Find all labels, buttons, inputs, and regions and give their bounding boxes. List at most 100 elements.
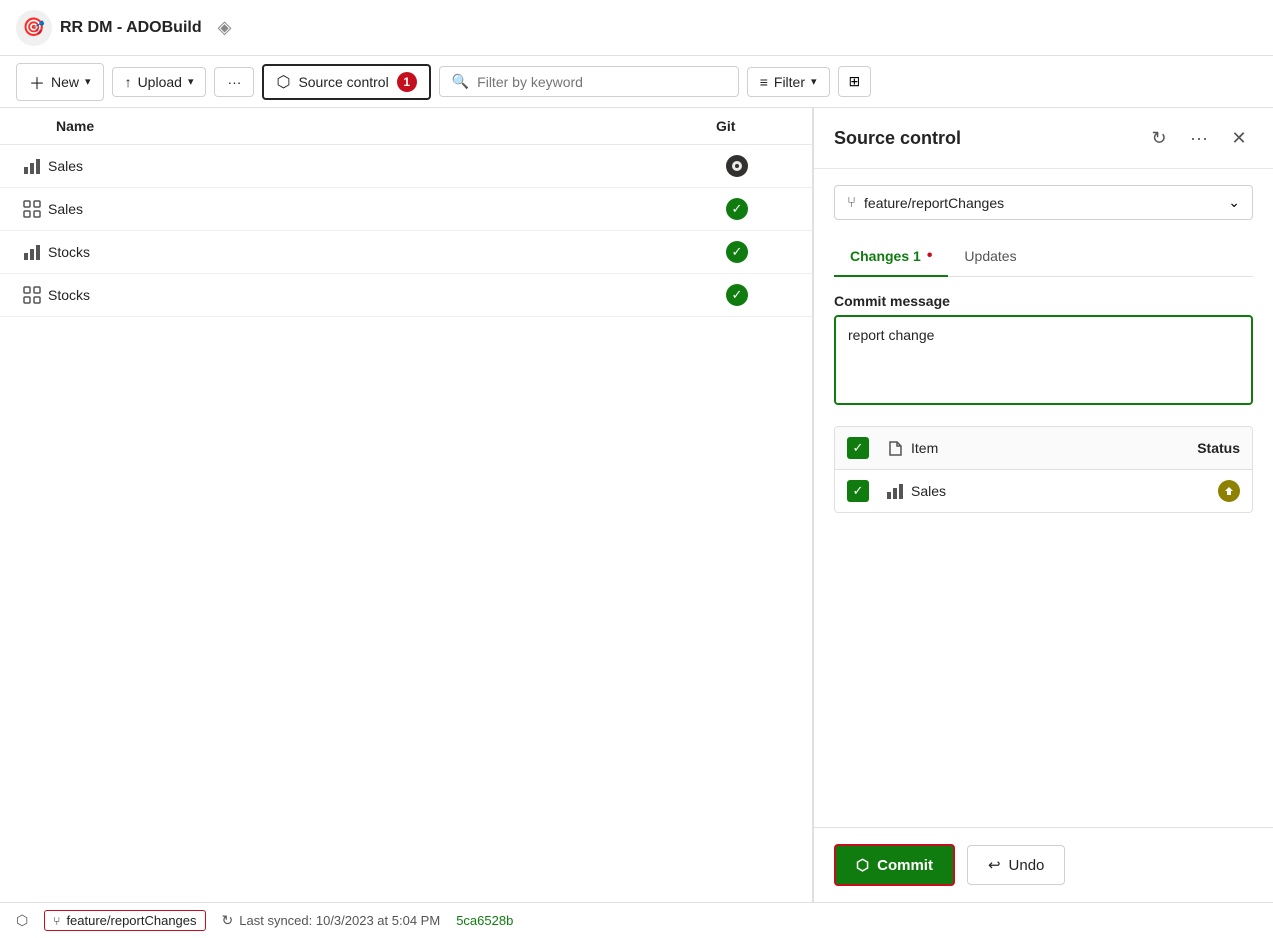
filter-button[interactable]: ≡ Filter ▾ (747, 67, 830, 97)
chevron-down-icon: ▾ (188, 75, 194, 88)
view-toggle-button[interactable]: ⊞ (838, 66, 872, 97)
sync-icon: ↻ (222, 912, 234, 929)
table-row[interactable]: Stocks ✓ (0, 274, 812, 317)
modified-icon (1218, 480, 1240, 502)
more-button[interactable]: ··· (214, 67, 254, 97)
branch-icon: ⑂ (847, 194, 856, 211)
status-col-header: Status (1160, 440, 1240, 456)
file-name: Sales (48, 158, 716, 174)
source-control-body: ⑂ feature/reportChanges ⌄ Changes 1 • Up… (814, 169, 1273, 827)
git-status-pin-icon (726, 155, 748, 177)
branch-status-name: feature/reportChanges (66, 913, 196, 928)
change-status-icon (1160, 480, 1240, 502)
app-logo: 🎯 (16, 10, 52, 46)
bar-chart-icon (879, 482, 911, 500)
item-checkbox[interactable]: ✓ (847, 480, 869, 502)
select-all-checkbox[interactable]: ✓ (847, 437, 869, 459)
refresh-icon: ↻ (1151, 128, 1166, 149)
commit-label: Commit (877, 857, 933, 874)
undo-button[interactable]: ↩ Undo (967, 845, 1065, 885)
file-status: ✓ (716, 284, 796, 306)
changes-table-header: ✓ Item Status (835, 427, 1252, 470)
source-control-footer: ⬡ Commit ↩ Undo (814, 827, 1273, 902)
source-control-title: Source control (834, 128, 1145, 149)
file-status (716, 155, 796, 177)
change-file-name: Sales (911, 483, 1160, 499)
item-icon-header (879, 440, 911, 456)
commit-icon: ⬡ (856, 856, 869, 874)
chevron-down-icon: ⌄ (1228, 194, 1240, 211)
upload-button[interactable]: ↑ Upload ▾ (112, 67, 207, 97)
tab-changes[interactable]: Changes 1 • (834, 237, 948, 277)
table-row[interactable]: Sales ✓ (0, 188, 812, 231)
bar-chart-icon (16, 243, 48, 261)
file-status: ✓ (716, 198, 796, 220)
undo-icon: ↩ (988, 856, 1001, 874)
git-status-check-icon: ✓ (726, 241, 748, 263)
close-icon: ✕ (1231, 128, 1246, 149)
changes-table: ✓ Item Status ✓ (834, 426, 1253, 513)
app-header: 🎯 RR DM - ADOBuild ◈ (0, 0, 1273, 56)
close-button[interactable]: ✕ (1225, 124, 1253, 152)
file-name: Stocks (48, 244, 716, 260)
col-name-header: Name (56, 118, 716, 134)
more-icon: ··· (1190, 128, 1208, 149)
file-status: ✓ (716, 241, 796, 263)
branch-name: feature/reportChanges (864, 195, 1220, 211)
chevron-down-icon: ▾ (85, 75, 91, 88)
more-options-button[interactable]: ··· (1185, 124, 1213, 152)
table-row[interactable]: Stocks ✓ (0, 231, 812, 274)
hash-value: 5ca6528b (456, 913, 513, 928)
main-toolbar: ＋ New ▾ ↑ Upload ▾ ··· ⬡ Source control … (0, 56, 1273, 108)
source-control-icon: ⬡ (276, 72, 290, 92)
plus-icon: ＋ (29, 70, 45, 94)
main-content: Name Git Sales (0, 108, 1273, 902)
status-bar: ⬡ ⑂ feature/reportChanges ↻ Last synced:… (0, 902, 1273, 938)
chevron-down-icon: ▾ (811, 75, 817, 88)
git-status-check-icon: ✓ (726, 198, 748, 220)
source-control-label: Source control (298, 74, 388, 90)
source-control-panel: Source control ↻ ··· ✕ ⑂ feature/reportC… (813, 108, 1273, 902)
refresh-button[interactable]: ↻ (1145, 124, 1173, 152)
git-status-check-icon: ✓ (726, 284, 748, 306)
col-git-header: Git (716, 118, 796, 134)
commit-message-section: Commit message report change (834, 293, 1253, 410)
branch-selector[interactable]: ⑂ feature/reportChanges ⌄ (834, 185, 1253, 220)
tab-changes-label: Changes 1 (850, 248, 921, 264)
file-list-panel: Name Git Sales (0, 108, 813, 902)
diamond-icon: ◈ (218, 17, 232, 38)
sync-status: ↻ Last synced: 10/3/2023 at 5:04 PM (222, 912, 441, 929)
new-button[interactable]: ＋ New ▾ (16, 63, 104, 101)
changes-dot: • (927, 247, 933, 265)
branch-icon: ⑂ (53, 914, 60, 928)
undo-label: Undo (1009, 857, 1045, 874)
source-control-status-icon: ⬡ (16, 912, 28, 929)
commit-message-input[interactable]: report change (834, 315, 1253, 405)
more-icon: ··· (227, 74, 241, 90)
ado-icon: ⬡ (16, 912, 28, 929)
commit-message-label: Commit message (834, 293, 1253, 309)
app-title: RR DM - ADOBuild (60, 19, 202, 37)
search-icon: 🔍 (452, 73, 469, 90)
source-control-header-actions: ↻ ··· ✕ (1145, 124, 1253, 152)
source-control-button[interactable]: ⬡ Source control 1 (262, 64, 430, 100)
filter-input[interactable] (477, 74, 726, 90)
commit-hash: 5ca6528b (456, 913, 513, 928)
filter-icon: ≡ (760, 74, 768, 90)
branch-status-item[interactable]: ⑂ feature/reportChanges (44, 910, 205, 931)
change-item: ✓ Sales (835, 470, 1252, 512)
upload-label: Upload (138, 74, 182, 90)
filter-label: Filter (774, 74, 805, 90)
file-name: Stocks (48, 287, 716, 303)
bar-chart-icon (16, 157, 48, 175)
table-row[interactable]: Sales (0, 145, 812, 188)
view-icon: ⊞ (849, 73, 861, 90)
tab-updates[interactable]: Updates (948, 237, 1032, 277)
source-control-header: Source control ↻ ··· ✕ (814, 108, 1273, 169)
file-name: Sales (48, 201, 716, 217)
file-list-header: Name Git (0, 108, 812, 145)
last-synced-text: Last synced: 10/3/2023 at 5:04 PM (239, 913, 440, 928)
grid-icon (16, 200, 48, 218)
search-box[interactable]: 🔍 (439, 66, 739, 97)
commit-button[interactable]: ⬡ Commit (834, 844, 955, 886)
